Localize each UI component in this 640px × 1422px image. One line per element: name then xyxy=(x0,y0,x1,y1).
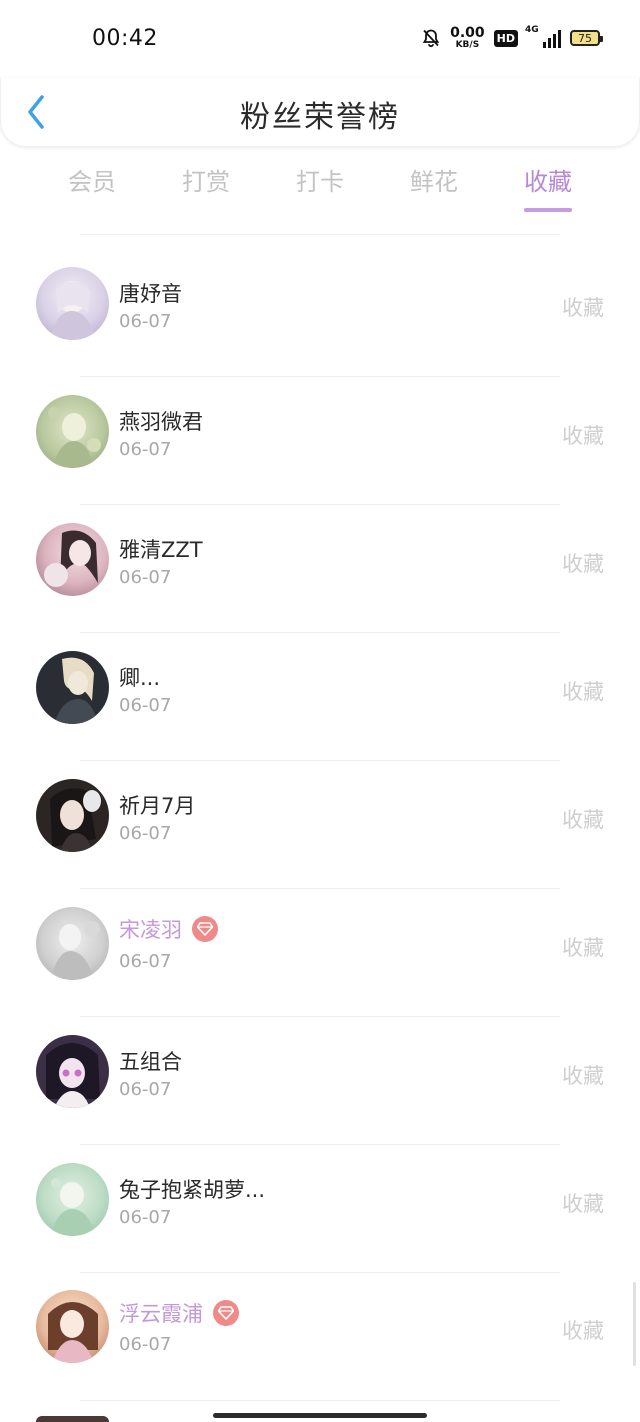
fan-row[interactable]: 燕羽微君 06-07 收藏 xyxy=(0,362,640,490)
fan-date: 06-07 xyxy=(119,695,172,716)
favorite-label: 收藏 xyxy=(562,552,604,576)
active-tab-indicator xyxy=(524,208,572,212)
diamond-icon xyxy=(192,916,218,942)
fan-name: 宋凌羽 xyxy=(119,914,218,944)
favorite-label: 收藏 xyxy=(562,1064,604,1088)
favorite-label: 收藏 xyxy=(562,1192,604,1216)
tab-flowers[interactable]: 鲜花 xyxy=(384,162,484,197)
tab-bar: 会员 打赏 打卡 鲜花 收藏 xyxy=(0,162,640,218)
fan-name: 浮云霞浦 xyxy=(119,1298,239,1328)
status-icons: 0.00 KB/S HD 4G 75 xyxy=(421,25,603,50)
fan-date: 06-07 xyxy=(119,567,172,588)
fan-name: 五组合 xyxy=(119,1050,182,1074)
fan-date: 06-07 xyxy=(119,1334,172,1355)
divider xyxy=(80,1400,560,1401)
fan-row[interactable]: 卿... 06-07 收藏 xyxy=(0,618,640,746)
avatar xyxy=(36,651,109,724)
avatar xyxy=(36,907,109,980)
header: 粉丝荣誉榜 xyxy=(0,78,640,147)
fan-name: 燕羽微君 xyxy=(119,410,203,434)
favorite-label: 收藏 xyxy=(562,424,604,448)
fan-name: 卿... xyxy=(119,666,161,690)
favorite-label: 收藏 xyxy=(562,936,604,960)
fan-row[interactable]: 祈月7月 06-07 收藏 xyxy=(0,746,640,874)
battery-icon: 75 xyxy=(570,30,603,46)
favorite-label: 收藏 xyxy=(562,808,604,832)
page-title: 粉丝荣誉榜 xyxy=(240,100,400,135)
fan-date: 06-07 xyxy=(119,311,172,332)
net-speed-value: 0.00 xyxy=(450,25,485,41)
fan-date: 06-07 xyxy=(119,951,172,972)
fan-name: 唐妤音 xyxy=(119,282,182,306)
home-indicator[interactable] xyxy=(213,1413,427,1418)
network-label: 4G xyxy=(525,25,539,35)
fan-row[interactable]: 五组合 06-07 收藏 xyxy=(0,1002,640,1130)
fan-name: 祈月7月 xyxy=(119,794,196,818)
avatar xyxy=(36,1416,109,1422)
avatar xyxy=(36,1035,109,1108)
fan-name: 雅清ZZT xyxy=(119,538,203,562)
avatar xyxy=(36,1163,109,1236)
scrollbar-thumb[interactable] xyxy=(633,1282,636,1366)
fan-date: 06-07 xyxy=(119,1079,172,1100)
avatar xyxy=(36,395,109,468)
diamond-icon xyxy=(213,1300,239,1326)
favorite-label: 收藏 xyxy=(562,296,604,320)
favorite-label: 收藏 xyxy=(562,680,604,704)
avatar xyxy=(36,267,109,340)
fan-date: 06-07 xyxy=(119,823,172,844)
tab-checkin[interactable]: 打卡 xyxy=(270,162,370,197)
hd-badge: HD xyxy=(493,29,518,47)
bell-muted-icon xyxy=(422,29,440,48)
net-speed-unit: KB/S xyxy=(455,40,480,50)
fan-row[interactable]: 雅清ZZT 06-07 收藏 xyxy=(0,490,640,618)
fan-row[interactable]: 宋凌羽 06-07 收藏 xyxy=(0,874,640,1002)
fan-date: 06-07 xyxy=(119,1207,172,1228)
signal-icon: 4G xyxy=(525,25,561,48)
battery-level: 75 xyxy=(578,31,592,45)
avatar xyxy=(36,523,109,596)
avatar xyxy=(36,1290,109,1363)
fan-date: 06-07 xyxy=(119,439,172,460)
fan-row[interactable]: 唐妤音 06-07 收藏 xyxy=(0,234,640,362)
net-speed: 0.00 KB/S xyxy=(450,26,485,50)
tab-favorites[interactable]: 收藏 xyxy=(498,162,598,197)
favorite-label: 收藏 xyxy=(562,1319,604,1343)
status-time: 00:42 xyxy=(92,26,158,51)
avatar xyxy=(36,779,109,852)
status-bar: 00:42 0.00 KB/S HD 4G 75 xyxy=(0,0,640,78)
tab-tip[interactable]: 打赏 xyxy=(156,162,256,197)
fan-row[interactable]: 兔子抱紧胡萝... 06-07 收藏 xyxy=(0,1130,640,1258)
tab-member[interactable]: 会员 xyxy=(42,162,142,197)
fan-row[interactable]: 浮云霞浦 06-07 收藏 xyxy=(0,1258,640,1386)
fan-name: 兔子抱紧胡萝... xyxy=(119,1178,266,1202)
